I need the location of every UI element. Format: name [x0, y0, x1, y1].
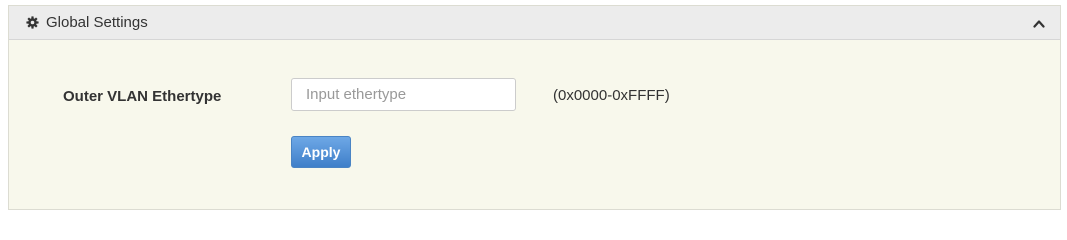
global-settings-panel: Global Settings Outer VLAN Ethertype (0x…: [8, 5, 1061, 210]
panel-header[interactable]: Global Settings: [9, 6, 1060, 40]
ethertype-input[interactable]: [291, 78, 516, 111]
gear-icon: [26, 16, 39, 29]
panel-title: Global Settings: [46, 14, 148, 31]
outer-vlan-ethertype-label: Outer VLAN Ethertype: [63, 88, 222, 105]
apply-button[interactable]: Apply: [291, 136, 351, 168]
range-hint: (0x0000-0xFFFF): [553, 87, 670, 104]
chevron-up-icon[interactable]: [1032, 16, 1046, 30]
